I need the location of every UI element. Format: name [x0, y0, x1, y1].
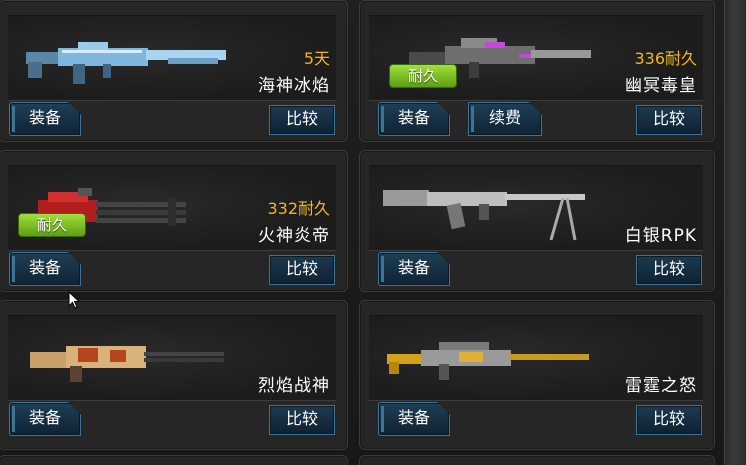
weapon-preview-area: 白银RPK	[369, 165, 703, 251]
weapon-preview-area: 雷霆之怒	[369, 315, 703, 401]
compare-button[interactable]: 比较	[269, 105, 335, 135]
flame-minigun-icon	[30, 346, 224, 382]
weapon-card[interactable]: 烈焰战神 装备 比较	[0, 300, 348, 450]
equip-button[interactable]: 装备	[9, 252, 81, 286]
weapon-card[interactable]: 耐久 332耐久 火神炎帝 装备 比较	[0, 150, 348, 292]
blue-ice-rifle-icon	[26, 42, 226, 84]
weapon-card-partial	[0, 455, 348, 465]
durable-badge: 耐久	[389, 64, 457, 88]
compare-button[interactable]: 比较	[269, 405, 335, 435]
side-panel-edge	[724, 0, 746, 465]
weapon-name: 火神炎帝	[258, 226, 330, 246]
weapon-duration: 332耐久	[267, 199, 330, 218]
equip-button[interactable]: 装备	[378, 252, 450, 286]
weapon-name: 雷霆之怒	[625, 376, 697, 396]
weapon-name: 白银RPK	[624, 226, 697, 246]
compare-button[interactable]: 比较	[636, 255, 702, 285]
compare-button[interactable]: 比较	[269, 255, 335, 285]
weapon-preview-area: 5天 海神冰焰	[8, 15, 336, 101]
weapon-preview-area: 耐久 332耐久 火神炎帝	[8, 165, 336, 251]
compare-button[interactable]: 比较	[636, 405, 702, 435]
equip-button[interactable]: 装备	[378, 402, 450, 436]
equip-button[interactable]: 装备	[9, 402, 81, 436]
renew-button[interactable]: 续费	[468, 102, 542, 136]
weapon-card-partial	[359, 455, 715, 465]
equip-button[interactable]: 装备	[378, 102, 450, 136]
weapon-duration: 336耐久	[634, 49, 697, 68]
weapon-card[interactable]: 5天 海神冰焰 装备 比较	[0, 0, 348, 142]
gold-sniper-rifle-icon	[387, 342, 589, 380]
weapon-preview-area: 耐久 336耐久 幽冥毒皇	[369, 15, 703, 101]
weapon-name: 幽冥毒皇	[625, 76, 697, 96]
weapon-card[interactable]: 耐久 336耐久 幽冥毒皇 装备 续费 比较	[359, 0, 715, 142]
weapon-preview-area: 烈焰战神	[8, 315, 336, 401]
weapon-name: 海神冰焰	[258, 76, 330, 96]
weapon-name: 烈焰战神	[258, 376, 330, 396]
mouse-cursor-icon	[68, 291, 80, 309]
weapon-card[interactable]: 雷霆之怒 装备 比较	[359, 300, 715, 450]
equip-button[interactable]: 装备	[9, 102, 81, 136]
weapon-card[interactable]: 白银RPK 装备 比较	[359, 150, 715, 292]
compare-button[interactable]: 比较	[636, 105, 702, 135]
durable-badge: 耐久	[18, 213, 86, 237]
silver-rpk-icon	[383, 190, 585, 241]
weapon-inventory-screen: 5天 海神冰焰 装备 比较 耐久 336耐久 幽冥毒皇 装备 续费 比较 耐久 …	[0, 0, 746, 465]
weapon-duration: 5天	[303, 49, 330, 68]
